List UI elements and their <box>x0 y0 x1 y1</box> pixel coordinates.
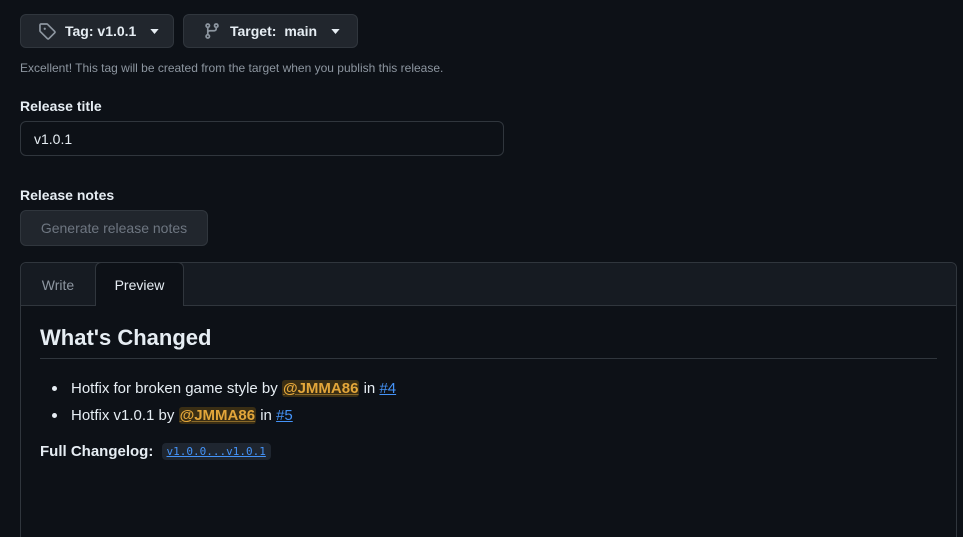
pull-request-link[interactable]: #5 <box>276 407 293 424</box>
tag-picker-button[interactable]: Tag: v1.0.1 <box>20 14 174 48</box>
git-branch-icon <box>203 22 221 40</box>
changes-list: Hotfix for broken game style by @JMMA86 … <box>40 375 937 429</box>
tag-icon <box>38 22 56 40</box>
tag-picker-label: Tag: v1.0.1 <box>65 23 137 39</box>
full-changelog: Full Changelog: v1.0.0...v1.0.1 <box>40 443 937 460</box>
preview-heading: What's Changed <box>40 325 937 359</box>
chevron-down-icon <box>331 27 340 36</box>
generate-release-notes-button[interactable]: Generate release notes <box>20 210 208 246</box>
release-title-input[interactable] <box>20 121 504 156</box>
by-text: by <box>261 380 278 397</box>
release-notes-label: Release notes <box>20 187 115 203</box>
target-picker-label: Target: <box>230 23 277 39</box>
list-item: Hotfix for broken game style by @JMMA86 … <box>40 375 937 402</box>
tab-preview[interactable]: Preview <box>95 262 184 306</box>
list-item: Hotfix v1.0.1 by @JMMA86 in #5 <box>40 402 937 429</box>
compare-link[interactable]: v1.0.0...v1.0.1 <box>161 443 271 460</box>
ref-pickers: Tag: v1.0.1 Target: main <box>20 14 358 48</box>
editor-tabbar: Write Preview <box>21 262 956 306</box>
in-text: in <box>363 380 376 397</box>
release-notes-editor: Write Preview What's Changed Hotfix for … <box>20 262 957 537</box>
target-branch-value: main <box>284 23 318 39</box>
in-text: in <box>260 407 272 424</box>
target-picker-button[interactable]: Target: main <box>183 14 358 48</box>
chevron-down-icon <box>150 27 159 36</box>
pull-request-link[interactable]: #4 <box>379 380 396 397</box>
change-text: Hotfix for broken game style <box>71 380 258 397</box>
full-changelog-label: Full Changelog: <box>40 443 154 460</box>
release-title-label: Release title <box>20 98 102 114</box>
by-text: by <box>158 407 175 424</box>
release-editor-page: Tag: v1.0.1 Target: main Excellent! This… <box>0 0 963 537</box>
change-text: Hotfix v1.0.1 <box>71 407 155 424</box>
author-mention-link[interactable]: @JMMA86 <box>178 407 257 424</box>
markdown-preview: What's Changed Hotfix for broken game st… <box>40 325 937 460</box>
author-mention-link[interactable]: @JMMA86 <box>281 380 360 397</box>
tag-hint-text: Excellent! This tag will be created from… <box>20 61 444 75</box>
tab-write[interactable]: Write <box>21 263 95 306</box>
